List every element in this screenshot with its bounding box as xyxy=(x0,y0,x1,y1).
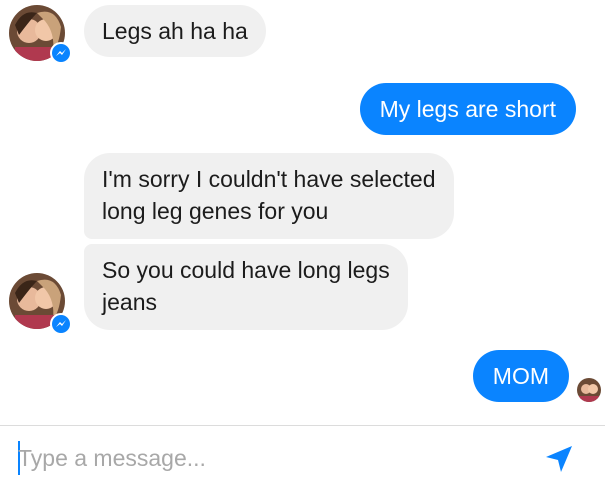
message-text: My legs are short xyxy=(379,96,556,122)
incoming-message: Legs ah ha ha xyxy=(84,5,266,57)
conversation-area: Legs ah ha ha My legs are short I'm sorr… xyxy=(0,0,605,425)
message-input[interactable] xyxy=(18,443,518,473)
seen-receipt-avatar xyxy=(577,378,601,402)
message-text-line: So you could have long legs xyxy=(102,257,390,283)
messenger-bolt-icon xyxy=(50,313,72,335)
messenger-bolt-icon xyxy=(50,42,72,64)
message-text-line: jeans xyxy=(102,289,157,315)
incoming-message: So you could have long legs jeans xyxy=(84,244,408,330)
message-text: Legs ah ha ha xyxy=(102,18,248,44)
incoming-message: I'm sorry I couldn't have selected long … xyxy=(84,153,454,239)
message-composer xyxy=(0,425,605,489)
outgoing-message: My legs are short xyxy=(359,83,576,135)
message-text: MOM xyxy=(492,363,549,389)
outgoing-message: MOM xyxy=(472,350,569,402)
message-text-line: I'm sorry I couldn't have selected xyxy=(102,166,436,192)
message-text-line: long leg genes for you xyxy=(102,198,329,224)
send-arrow-icon[interactable] xyxy=(542,442,576,476)
